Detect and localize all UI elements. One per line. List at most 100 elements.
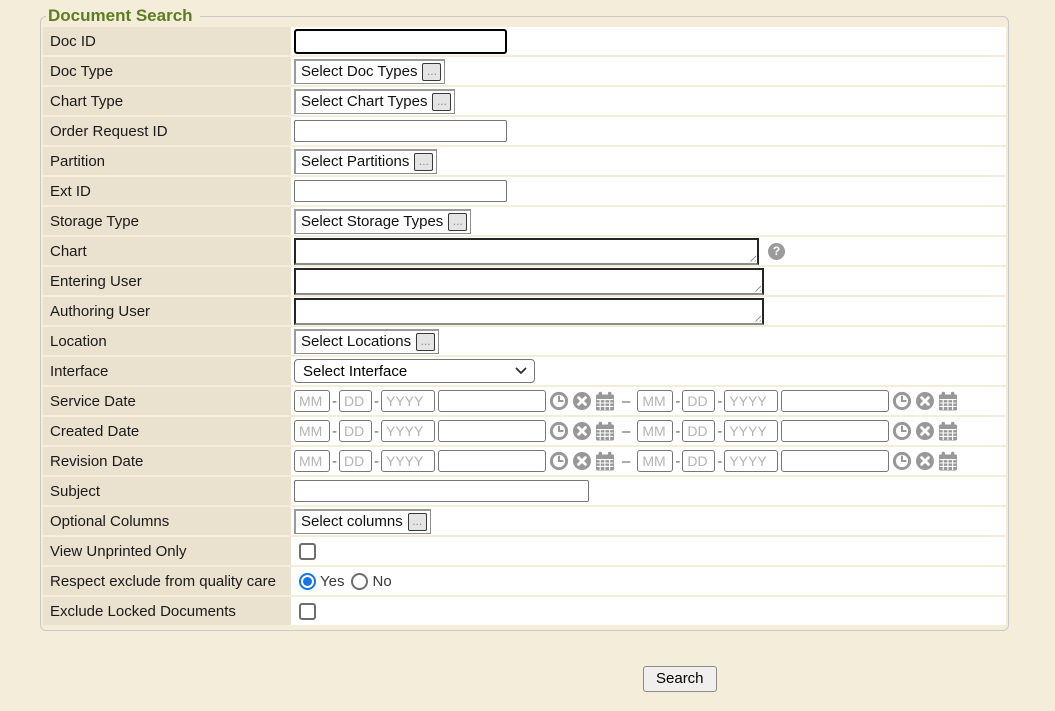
time-input[interactable]: [438, 420, 546, 442]
resize-grip-icon[interactable]: [752, 283, 761, 292]
storage-type-picker-text: Select Storage Types: [301, 213, 443, 230]
row-ext-id: Ext ID: [43, 177, 1006, 205]
day-input[interactable]: [682, 390, 715, 412]
document-search-form: Document Search Doc ID Doc Type Select D…: [40, 6, 1009, 631]
help-icon[interactable]: ?: [768, 243, 785, 260]
row-authoring-user: Authoring User: [43, 297, 1006, 325]
row-order-request-id: Order Request ID: [43, 117, 1006, 145]
chart-type-picker[interactable]: Select Chart Types ...: [294, 89, 455, 114]
time-input[interactable]: [781, 420, 889, 442]
row-entering-user: Entering User: [43, 267, 1006, 295]
date-separator: -: [717, 423, 722, 440]
month-input[interactable]: [294, 450, 330, 472]
doc-type-picker[interactable]: Select Doc Types ...: [294, 59, 445, 84]
clear-icon[interactable]: [572, 391, 592, 411]
clear-icon[interactable]: [915, 421, 935, 441]
year-input[interactable]: [724, 450, 778, 472]
time-input[interactable]: [438, 390, 546, 412]
year-input[interactable]: [381, 420, 435, 442]
year-input[interactable]: [381, 390, 435, 412]
exclude-locked-checkbox[interactable]: [299, 603, 316, 620]
row-service-date: Service Date - - – -: [43, 387, 1006, 415]
range-dash: –: [622, 393, 630, 410]
day-input[interactable]: [682, 450, 715, 472]
optional-columns-picker[interactable]: Select columns ...: [294, 509, 431, 534]
authoring-user-label: Authoring User: [43, 297, 291, 325]
date-separator: -: [374, 453, 379, 470]
location-browse-button[interactable]: ...: [416, 333, 435, 351]
clock-icon[interactable]: [549, 421, 569, 441]
clock-icon[interactable]: [549, 451, 569, 471]
interface-select-value: Select Interface: [303, 363, 407, 380]
order-request-id-input[interactable]: [294, 120, 507, 142]
optional-columns-picker-text: Select columns: [301, 513, 403, 530]
radio-yes-label: Yes: [320, 573, 344, 590]
resize-grip-icon[interactable]: [747, 253, 756, 262]
partition-picker[interactable]: Select Partitions ...: [294, 149, 437, 174]
location-picker-text: Select Locations: [301, 333, 411, 350]
doc-type-label: Doc Type: [43, 57, 291, 85]
row-exclude-locked: Exclude Locked Documents: [43, 597, 1006, 625]
year-input[interactable]: [724, 390, 778, 412]
clock-icon[interactable]: [549, 391, 569, 411]
chart-type-browse-button[interactable]: ...: [432, 93, 451, 111]
doc-type-browse-button[interactable]: ...: [422, 63, 441, 81]
search-button[interactable]: Search: [643, 666, 717, 692]
month-input[interactable]: [294, 390, 330, 412]
time-input[interactable]: [781, 450, 889, 472]
row-doc-id: Doc ID: [43, 27, 1006, 55]
clear-icon[interactable]: [915, 391, 935, 411]
day-input[interactable]: [339, 450, 372, 472]
month-input[interactable]: [637, 420, 673, 442]
service-date-label: Service Date: [43, 387, 291, 415]
time-input[interactable]: [781, 390, 889, 412]
chart-label: Chart: [43, 237, 291, 265]
resize-grip-icon[interactable]: [752, 313, 761, 322]
chart-textarea[interactable]: [294, 238, 759, 265]
entering-user-textarea[interactable]: [294, 268, 764, 295]
time-input[interactable]: [438, 450, 546, 472]
clear-icon[interactable]: [915, 451, 935, 471]
view-unprinted-only-checkbox[interactable]: [299, 543, 316, 560]
day-input[interactable]: [339, 390, 372, 412]
year-input[interactable]: [381, 450, 435, 472]
authoring-user-textarea[interactable]: [294, 298, 764, 325]
date-separator: -: [717, 393, 722, 410]
subject-input[interactable]: [294, 480, 589, 502]
year-input[interactable]: [724, 420, 778, 442]
clear-icon[interactable]: [572, 421, 592, 441]
interface-select[interactable]: Select Interface: [294, 359, 535, 383]
row-chart-type: Chart Type Select Chart Types ...: [43, 87, 1006, 115]
row-created-date: Created Date - - – -: [43, 417, 1006, 445]
row-location: Location Select Locations ...: [43, 327, 1006, 355]
month-input[interactable]: [637, 390, 673, 412]
calendar-icon[interactable]: [938, 451, 958, 471]
clock-icon[interactable]: [892, 451, 912, 471]
location-picker[interactable]: Select Locations ...: [294, 329, 439, 354]
subject-label: Subject: [43, 477, 291, 505]
radio-yes[interactable]: [299, 573, 316, 590]
doc-id-input[interactable]: [294, 29, 507, 54]
month-input[interactable]: [637, 450, 673, 472]
radio-no[interactable]: [351, 573, 368, 590]
partition-browse-button[interactable]: ...: [414, 153, 433, 171]
optional-columns-browse-button[interactable]: ...: [408, 513, 427, 531]
calendar-icon[interactable]: [595, 451, 615, 471]
calendar-icon[interactable]: [938, 391, 958, 411]
calendar-icon[interactable]: [595, 391, 615, 411]
service-date-range: - - – - -: [294, 390, 958, 412]
clock-icon[interactable]: [892, 391, 912, 411]
ext-id-input[interactable]: [294, 180, 507, 202]
calendar-icon[interactable]: [595, 421, 615, 441]
storage-type-browse-button[interactable]: ...: [448, 213, 467, 231]
day-input[interactable]: [682, 420, 715, 442]
month-input[interactable]: [294, 420, 330, 442]
document-search-fieldset: Document Search Doc ID Doc Type Select D…: [40, 6, 1009, 631]
calendar-icon[interactable]: [938, 421, 958, 441]
day-input[interactable]: [339, 420, 372, 442]
date-separator: -: [374, 423, 379, 440]
clock-icon[interactable]: [892, 421, 912, 441]
storage-type-picker[interactable]: Select Storage Types ...: [294, 209, 471, 234]
date-separator: -: [675, 453, 680, 470]
clear-icon[interactable]: [572, 451, 592, 471]
